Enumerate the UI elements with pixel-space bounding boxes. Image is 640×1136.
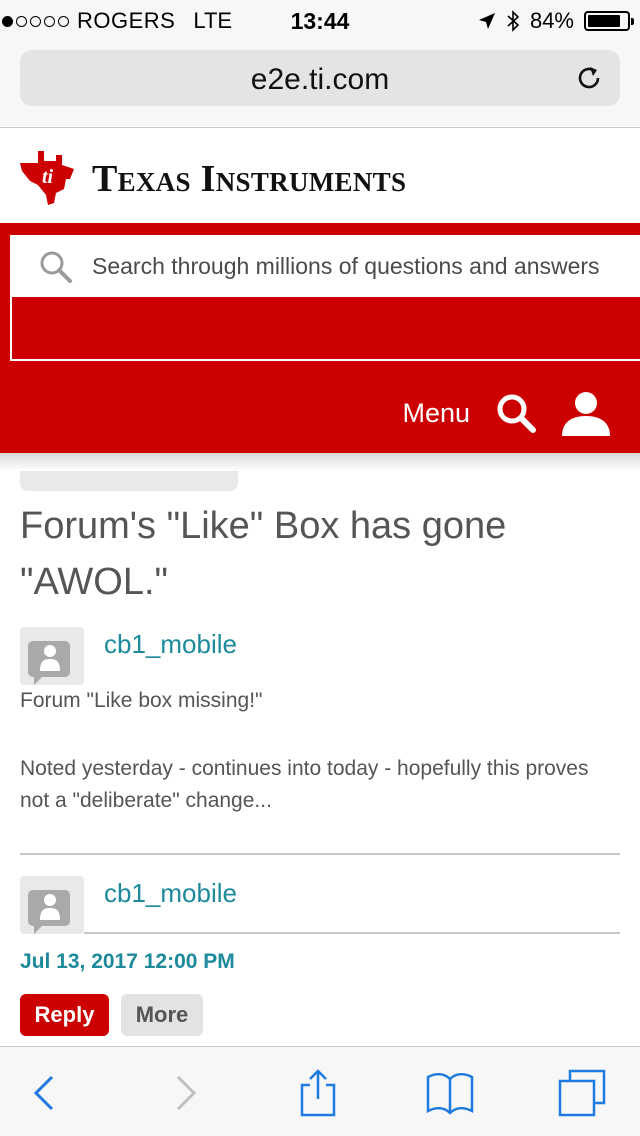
forward-icon[interactable]	[158, 1067, 210, 1119]
url-text: e2e.ti.com	[250, 63, 390, 96]
search-icon	[40, 251, 72, 283]
avatar-placeholder-icon	[28, 890, 70, 934]
site-header: ti Texas Instruments	[0, 129, 640, 223]
svg-text:ti: ti	[42, 166, 54, 188]
avatar[interactable]	[20, 627, 84, 685]
post-text: Noted yesterday - continues into today -…	[20, 757, 589, 812]
breadcrumb-tab	[20, 471, 238, 491]
post-date: Jul 13, 2017 12:00 PM	[20, 950, 235, 973]
post-divider	[20, 853, 620, 855]
user-icon[interactable]	[560, 390, 612, 436]
status-bar: ROGERS LTE 13:44 84%	[0, 0, 640, 42]
tabs-icon[interactable]	[556, 1067, 608, 1119]
more-button[interactable]: More	[121, 994, 203, 1036]
forum-post: cb1_mobile	[20, 876, 620, 934]
post-divider	[84, 932, 620, 934]
site-nav-band: Search through millions of questions and…	[0, 223, 640, 453]
location-arrow-icon	[478, 13, 495, 29]
battery-percent: 84%	[529, 8, 574, 33]
search-input[interactable]: Search through millions of questions and…	[10, 235, 640, 297]
menu-button[interactable]: Menu	[402, 398, 470, 429]
bookmarks-icon[interactable]	[424, 1067, 476, 1119]
back-icon[interactable]	[22, 1067, 74, 1119]
avatar-placeholder-icon	[28, 641, 70, 685]
search-dropdown-area	[10, 297, 640, 361]
forum-post: cb1_mobile Forum "Like box missing!" Not…	[20, 627, 620, 817]
header-shadow	[0, 453, 640, 471]
avatar[interactable]	[20, 876, 84, 934]
url-field[interactable]: e2e.ti.com	[20, 50, 620, 106]
post-text: Forum "Like box missing!"	[20, 689, 263, 712]
reply-button[interactable]: Reply	[20, 994, 109, 1036]
browser-toolbar	[0, 1046, 640, 1136]
share-icon[interactable]	[292, 1067, 344, 1119]
battery-icon	[584, 11, 634, 31]
brand-name: Texas Instruments	[92, 158, 407, 200]
post-author[interactable]: cb1_mobile	[104, 629, 237, 660]
browser-address-bar: e2e.ti.com	[0, 42, 640, 128]
bluetooth-icon	[507, 10, 520, 32]
search-icon[interactable]	[494, 391, 538, 435]
search-placeholder: Search through millions of questions and…	[92, 253, 600, 279]
ti-logo-icon[interactable]: ti	[18, 149, 76, 207]
reload-icon[interactable]	[574, 63, 604, 93]
post-author[interactable]: cb1_mobile	[104, 878, 237, 909]
thread-title: Forum's "Like" Box has gone "AWOL."	[20, 505, 507, 603]
